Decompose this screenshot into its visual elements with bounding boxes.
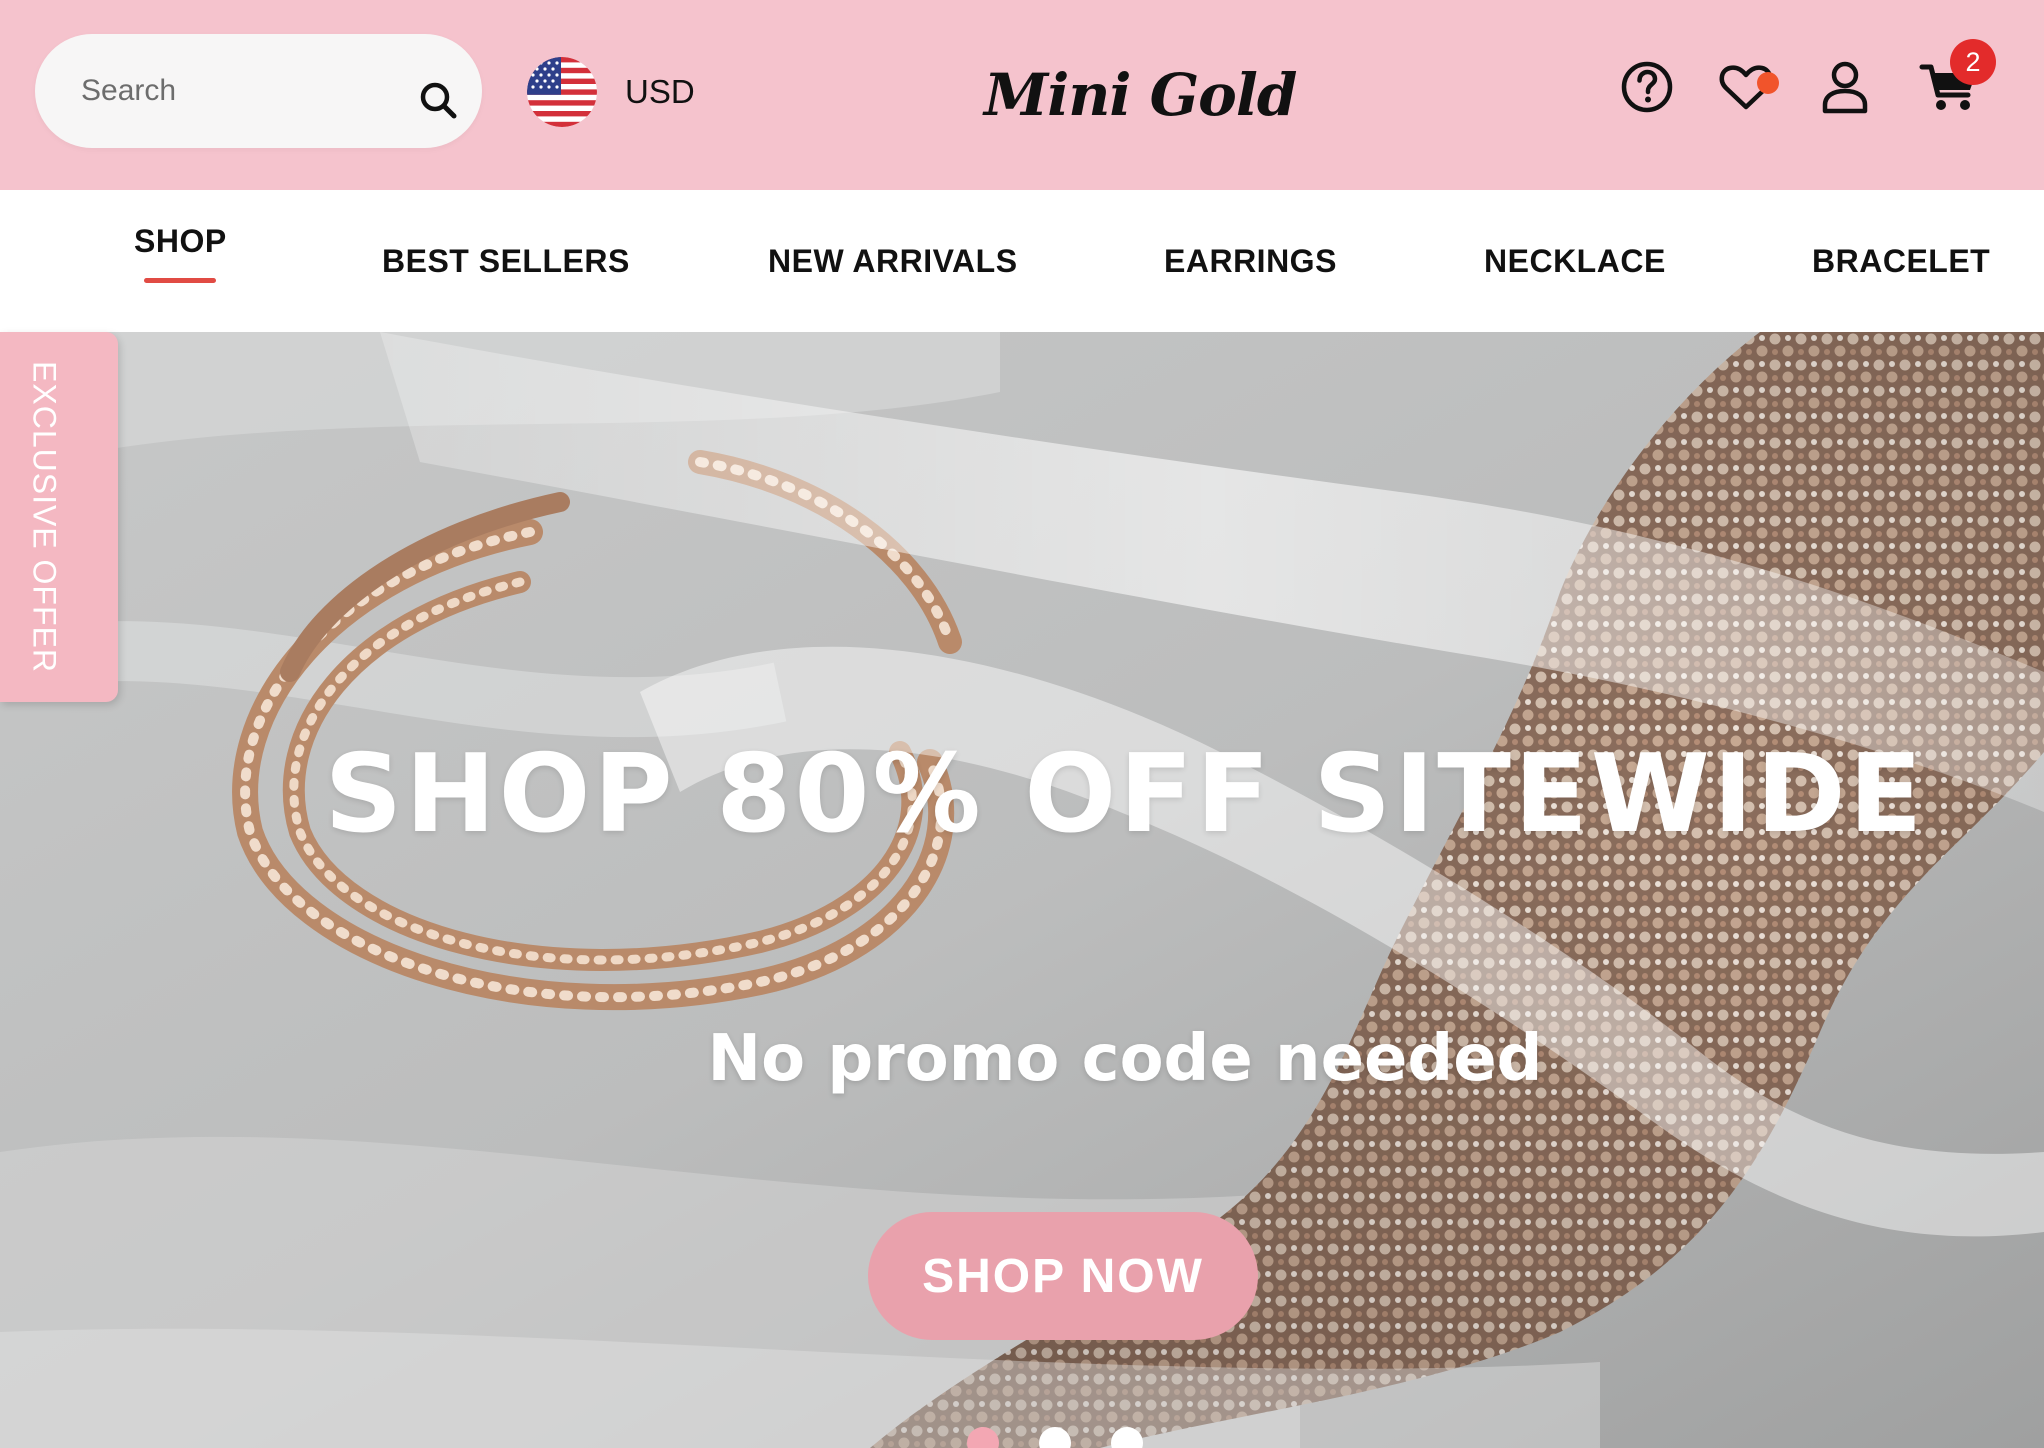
carousel-dot[interactable] bbox=[967, 1427, 999, 1448]
wishlist-notification-dot bbox=[1757, 72, 1779, 94]
search-input[interactable] bbox=[79, 62, 379, 120]
search-icon bbox=[420, 82, 457, 119]
site-logo[interactable]: Mini Gold bbox=[984, 50, 1297, 140]
nav-item-label: BEST SELLERS bbox=[382, 243, 630, 279]
carousel-dots bbox=[967, 1427, 1143, 1448]
help-button[interactable] bbox=[1615, 55, 1679, 119]
nav-item-label: NECKLACE bbox=[1484, 243, 1666, 279]
nav-item-label: NEW ARRIVALS bbox=[768, 243, 1018, 279]
shop-now-button[interactable]: SHOP NOW bbox=[868, 1212, 1258, 1340]
currency-label: USD bbox=[625, 73, 695, 110]
exclusive-offer-tab[interactable]: EXCLUSIVE OFFER bbox=[0, 332, 118, 702]
top-header: USD Mini Gold 2 bbox=[0, 0, 2044, 190]
user-icon bbox=[1822, 61, 1868, 114]
search-bar bbox=[35, 34, 482, 148]
currency-selector[interactable]: USD bbox=[527, 57, 695, 127]
carousel-dot[interactable] bbox=[1111, 1427, 1143, 1448]
help-icon bbox=[1621, 61, 1673, 113]
search-button[interactable] bbox=[412, 74, 466, 128]
exclusive-offer-label: EXCLUSIVE OFFER bbox=[26, 361, 63, 673]
nav-item-label: SHOP bbox=[134, 223, 227, 259]
account-button[interactable] bbox=[1813, 55, 1877, 119]
wishlist-button[interactable] bbox=[1714, 55, 1779, 119]
hero-banner: SHOP 80% OFF SITEWIDE No promo code need… bbox=[0, 332, 2044, 1448]
nav-item-label: EARRINGS bbox=[1164, 243, 1337, 279]
hero-title: SHOP 80% OFF SITEWIDE bbox=[324, 732, 1926, 857]
nav-active-underline bbox=[144, 278, 216, 283]
carousel-dot[interactable] bbox=[1039, 1427, 1071, 1448]
category-nav: SHOP BEST SELLERS NEW ARRIVALS EARRINGS … bbox=[0, 190, 2044, 332]
cart-count-badge: 2 bbox=[1950, 39, 1996, 85]
us-flag-icon bbox=[527, 57, 597, 127]
nav-item-label: BRACELET bbox=[1812, 243, 1991, 279]
hero-subtitle: No promo code needed bbox=[707, 1022, 1543, 1096]
